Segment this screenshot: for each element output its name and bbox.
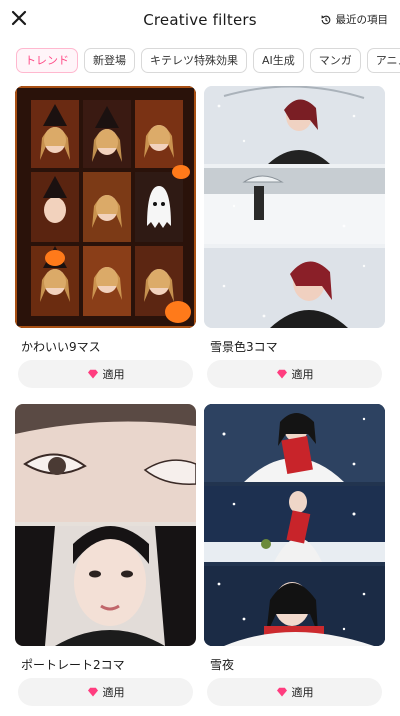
apply-label: 適用 (102, 686, 125, 699)
apply-label: 適用 (291, 686, 314, 699)
apply-label: 適用 (291, 368, 314, 381)
filter-card[interactable]: ポートレート2コマ 適用 (15, 404, 196, 710)
apply-button[interactable]: 適用 (207, 678, 382, 706)
tab-ai-generated[interactable]: AI生成 (253, 48, 304, 73)
tab-special-effects[interactable]: キテレツ特殊効果 (141, 48, 247, 73)
apply-button[interactable]: 適用 (18, 360, 193, 388)
apply-label: 適用 (102, 368, 125, 381)
halloween-collage-image (15, 86, 196, 328)
filter-thumbnail[interactable] (204, 86, 385, 328)
recent-items-button[interactable]: 最近の項目 (320, 12, 389, 27)
filter-title: かわいい9マス (21, 340, 101, 354)
filter-title: ポートレート2コマ (21, 658, 125, 672)
filter-card[interactable]: かわいい9マス 適用 (15, 86, 196, 392)
filter-card[interactable]: 雪景色3コマ 適用 (204, 86, 385, 392)
category-tabs: トレンド 新登場 キテレツ特殊効果 AI生成 マンガ アニメ (16, 48, 400, 74)
gem-icon (87, 369, 98, 379)
filter-title: 雪夜 (210, 658, 235, 672)
filter-thumbnail[interactable] (15, 404, 196, 646)
filter-card[interactable]: 雪夜 適用 (204, 404, 385, 710)
filter-thumbnail[interactable] (15, 86, 196, 328)
snow-night-collage-image (204, 404, 385, 646)
gem-icon (276, 369, 287, 379)
filter-thumbnail[interactable] (204, 404, 385, 646)
tab-manga[interactable]: マンガ (309, 48, 361, 73)
gem-icon (276, 687, 287, 697)
tab-anime[interactable]: アニメ (366, 48, 400, 73)
filter-title: 雪景色3コマ (210, 340, 278, 354)
recent-items-label: 最近の項目 (335, 14, 389, 26)
top-bar: Creative filters 最近の項目 (0, 0, 400, 40)
gem-icon (87, 687, 98, 697)
tab-new[interactable]: 新登場 (84, 48, 135, 73)
tab-trend[interactable]: トレンド (16, 48, 78, 73)
portrait-collage-image (15, 404, 196, 646)
snow-scene-collage-image (204, 86, 385, 328)
apply-button[interactable]: 適用 (18, 678, 193, 706)
history-icon (320, 14, 330, 24)
apply-button[interactable]: 適用 (207, 360, 382, 388)
